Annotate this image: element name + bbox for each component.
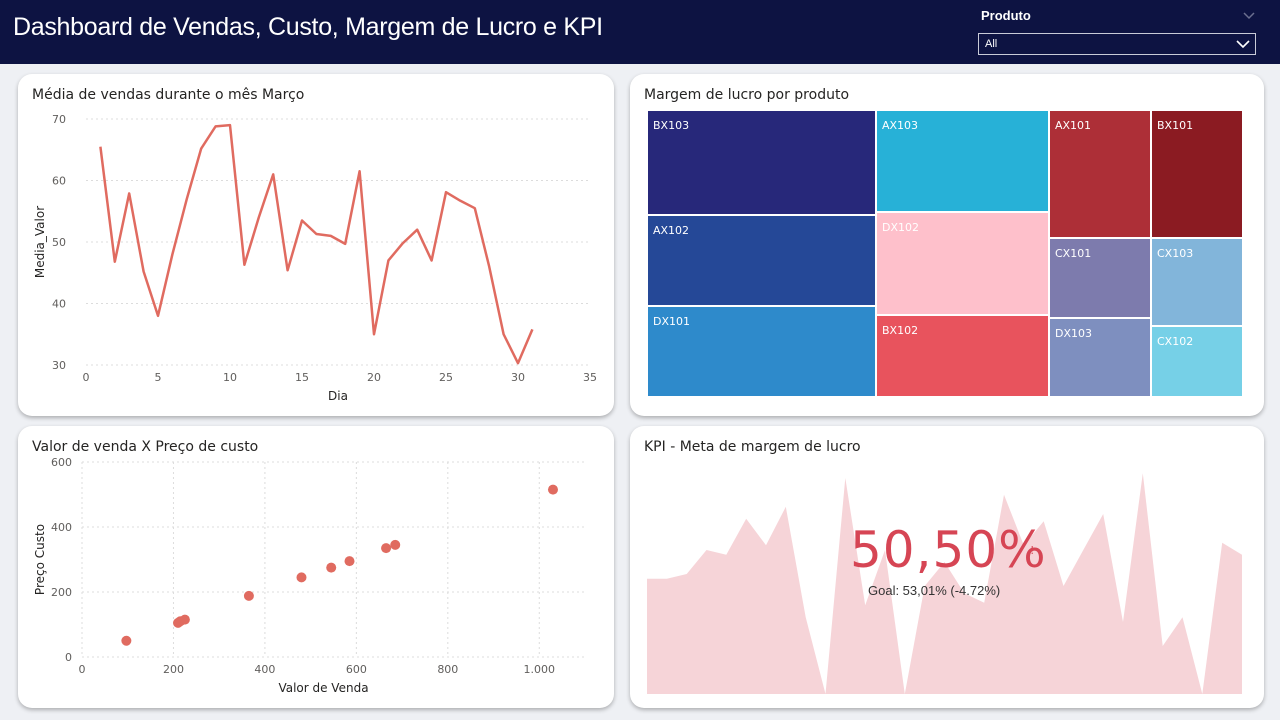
y-tick-label: 60 [52,175,66,188]
header-bar: Dashboard de Vendas, Custo, Margem de Lu… [0,0,1280,64]
treemap-tile-label: CX103 [1157,247,1194,260]
x-tick-label: 200 [163,663,184,676]
treemap-tile-ax101[interactable]: AX101 [1049,110,1151,238]
treemap-tile-dx103[interactable]: DX103 [1049,318,1151,397]
treemap-tile-label: BX102 [882,324,919,337]
line-chart-card[interactable]: Média de vendas durante o mês Março 30 40… [18,74,614,416]
x-tick-label: 400 [254,663,275,676]
y-tick-label: 600 [51,456,72,469]
x-tick-label: 20 [367,371,381,384]
scatter-chart-card[interactable]: Valor de venda X Preço de custo 0 200 400 6… [18,426,614,708]
x-tick-label: 10 [223,371,237,384]
x-tick-label: 0 [79,663,86,676]
line-chart: 30 40 50 60 70 0 5 10 15 20 25 30 35 Dia Media_Valor [33,113,597,403]
x-tick-label: 35 [583,371,597,384]
x-tick-label: 600 [346,663,367,676]
product-slicer-dropdown[interactable]: All [978,33,1256,55]
x-tick-label: 5 [155,371,162,384]
scatter-point [326,562,337,573]
treemap-tile-label: DX101 [653,315,691,328]
x-tick-label: 15 [295,371,309,384]
kpi-value: 50,50% [850,521,1047,579]
treemap-tile-label: CX102 [1157,335,1194,348]
chevron-down-icon [1236,40,1250,49]
y-axis-title: Preço Custo [33,524,47,595]
scatter-point [547,484,558,495]
scatter-point [243,590,254,601]
treemap-tile-label: AX103 [882,119,919,132]
treemap-tile-bx103[interactable]: BX103 [647,110,876,215]
kpi-indicator: ! [1030,544,1035,557]
treemap-chart: BX103 AX102 DX101 AX103 DX102 BX102 AX101 CX101… [630,74,1264,416]
scatter-point [121,635,132,646]
y-tick-label: 50 [52,236,66,249]
scatter-point [390,539,401,550]
kpi-card[interactable]: KPI - Meta de margem de lucro 50,50% ! G… [630,426,1264,708]
treemap-tile-label: DX103 [1055,327,1093,340]
x-tick-label: 0 [83,371,90,384]
y-tick-label: 40 [52,298,66,311]
scatter-point [344,556,355,567]
treemap-tile-dx102[interactable]: DX102 [876,212,1049,315]
treemap-tile-bx101[interactable]: BX101 [1151,110,1243,238]
slicer-collapse-icon[interactable] [1242,8,1256,22]
treemap-tile-ax102[interactable]: AX102 [647,215,876,306]
x-tick-label: 800 [437,663,458,676]
x-tick-label: 30 [511,371,525,384]
x-tick-label: 1.000 [524,663,556,676]
series-line [99,123,534,365]
y-tick-label: 0 [65,651,72,664]
treemap-tile-label: BX101 [1157,119,1194,132]
treemap-tile-label: AX101 [1055,119,1092,132]
treemap-tile-cx101[interactable]: CX101 [1049,238,1151,318]
x-tick-label: 25 [439,371,453,384]
scatter-point [296,572,307,583]
x-axis-title: Dia [328,389,348,403]
treemap-tile-dx101[interactable]: DX101 [647,306,876,397]
treemap-tile-bx102[interactable]: BX102 [876,315,1049,397]
scatter-point [179,614,190,625]
scatter-point [381,543,392,554]
x-axis-title: Valor de Venda [278,681,368,695]
y-tick-label: 70 [52,113,66,126]
treemap-card[interactable]: Margem de lucro por produto BX103 AX102 DX… [630,74,1264,416]
treemap-tile-label: DX102 [882,221,920,234]
treemap-tile-label: CX101 [1055,247,1092,260]
treemap-tile-cx102[interactable]: CX102 [1151,326,1243,397]
treemap-tile-ax103[interactable]: AX103 [876,110,1049,212]
scatter-chart: 0 200 400 600 0 200 400 600 800 1.000 Valor de Ven… [33,456,585,695]
page-title: Dashboard de Vendas, Custo, Margem de Lu… [13,13,603,41]
treemap-tile-label: AX102 [653,224,690,237]
y-tick-label: 400 [51,521,72,534]
y-tick-label: 30 [52,359,66,372]
product-slicer-value: All [985,38,998,50]
product-slicer-label: Produto [981,8,1031,23]
treemap-tile-cx103[interactable]: CX103 [1151,238,1243,326]
y-tick-label: 200 [51,586,72,599]
kpi-goal: Goal: 53,01% (-4.72%) [868,583,1001,598]
treemap-tile-label: BX103 [653,119,690,132]
y-axis-title: Media_Valor [33,206,47,278]
